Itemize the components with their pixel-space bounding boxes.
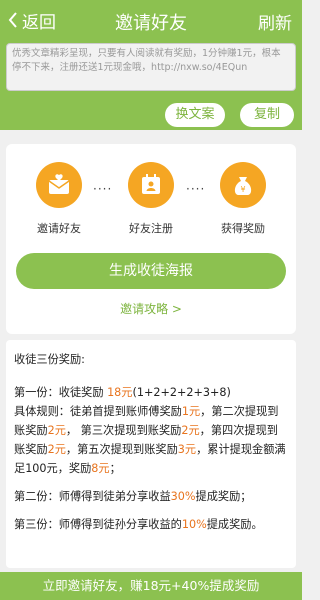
rule-third: 第三份：师傅得到徒孙分享收益的10%提成奖励。	[14, 518, 263, 531]
step-reward: ¥ 获得奖励	[208, 162, 278, 236]
invite-guide-link[interactable]: 邀请攻略 >	[6, 300, 296, 317]
calendar-person-icon	[128, 162, 174, 208]
invite-steps-card: 邀请好友 ···· 好友注册 ···· ¥ 获得奖励 生成收徒海报 邀请攻略 >	[6, 144, 296, 334]
rule-details: 具体规则：徒弟首提到账师傅奖励1元，第二次提现到账奖励2元， 第三次提现到账奖励…	[14, 405, 286, 475]
step-register: 好友注册	[116, 162, 186, 236]
money-bag-icon: ¥	[220, 162, 266, 208]
step-invite: 邀请好友	[24, 162, 94, 236]
svg-text:¥: ¥	[240, 185, 245, 194]
change-text-button[interactable]: 换文案	[165, 103, 225, 127]
step-connector: ····	[186, 182, 206, 196]
header-bar: 返回 邀请好友 刷新	[0, 0, 302, 40]
share-text-field[interactable]: 优秀文章精彩呈现，只要有人阅读就有奖励，1分钟赚1元，根本停不下来，注册还送1元…	[6, 43, 296, 91]
step-connector: ····	[93, 182, 113, 196]
page-title: 邀请好友	[115, 13, 187, 34]
heart-envelope-icon	[36, 162, 82, 208]
step-label: 好友注册	[129, 222, 173, 235]
copy-button[interactable]: 复制	[240, 103, 294, 127]
step-label: 获得奖励	[221, 222, 265, 235]
rule-first: 第一份：收徒奖励 18元(1+2+2+2+3+8)	[14, 386, 231, 399]
reward-rules-card: 收徒三份奖励: 第一份：收徒奖励 18元(1+2+2+2+3+8) 具体规则：徒…	[6, 340, 296, 568]
rule-second: 第二份：师傅得到徒弟分享收益30%提成奖励；	[14, 490, 252, 503]
generate-poster-button[interactable]: 生成收徒海报	[16, 253, 286, 289]
invite-now-button[interactable]: 立即邀请好友，赚18元+40%提成奖励	[0, 572, 302, 600]
step-label: 邀请好友	[37, 222, 81, 235]
rules-heading: 收徒三份奖励:	[14, 353, 85, 366]
refresh-button[interactable]: 刷新	[258, 9, 292, 34]
